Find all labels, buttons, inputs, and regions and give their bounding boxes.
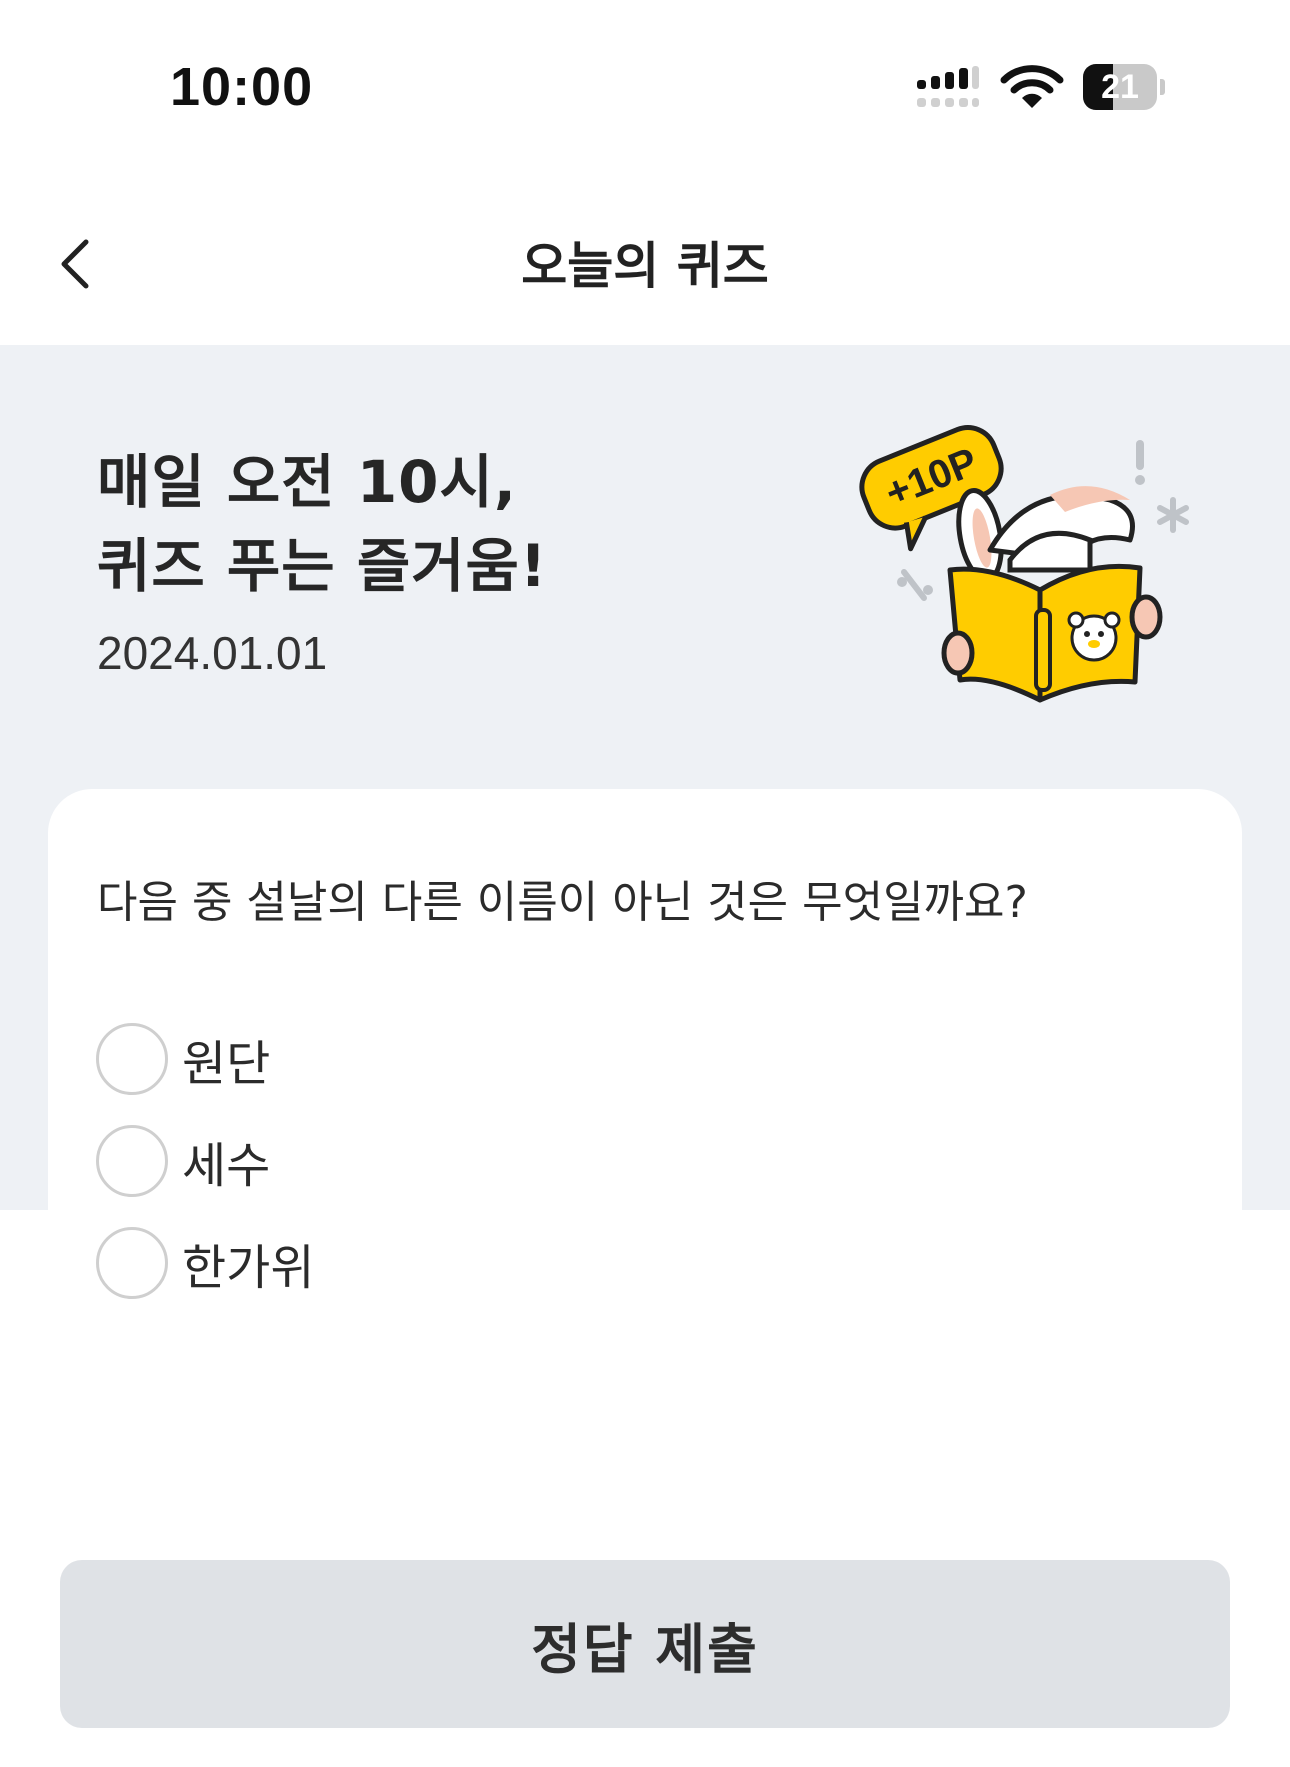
- radio-button[interactable]: [96, 1125, 168, 1197]
- option-label: 한가위: [182, 1240, 315, 1296]
- option-label: 세수: [182, 1138, 271, 1194]
- option-1[interactable]: 원단: [96, 1022, 270, 1096]
- banner-headline: 매일 오전 10시, 퀴즈 푸는 즐거움!: [97, 440, 547, 608]
- rabbit-reading-book-illustration: +10P: [859, 425, 1189, 703]
- page-title: 오늘의 퀴즈: [521, 237, 769, 295]
- battery-level: 21: [1101, 68, 1139, 106]
- wifi-icon: [1000, 65, 1064, 108]
- option-label: 원단: [182, 1036, 271, 1092]
- battery-icon: 21: [1083, 64, 1165, 110]
- quiz-date: 2024.01.01: [97, 627, 328, 679]
- quiz-question: 다음 중 설날의 다른 이름이 아닌 것은 무엇일까요?: [97, 877, 1028, 928]
- submit-answer-button[interactable]: 정답 제출: [60, 1560, 1230, 1728]
- headline-line-1: 매일 오전 10시,: [97, 448, 517, 516]
- radio-button[interactable]: [96, 1227, 168, 1299]
- option-3[interactable]: 한가위: [96, 1226, 314, 1300]
- option-2[interactable]: 세수: [96, 1124, 270, 1198]
- radio-button[interactable]: [96, 1023, 168, 1095]
- status-time: 10:00: [170, 57, 314, 117]
- cellular-signal-icon: [917, 66, 979, 107]
- headline-line-2: 퀴즈 푸는 즐거움!: [97, 532, 548, 600]
